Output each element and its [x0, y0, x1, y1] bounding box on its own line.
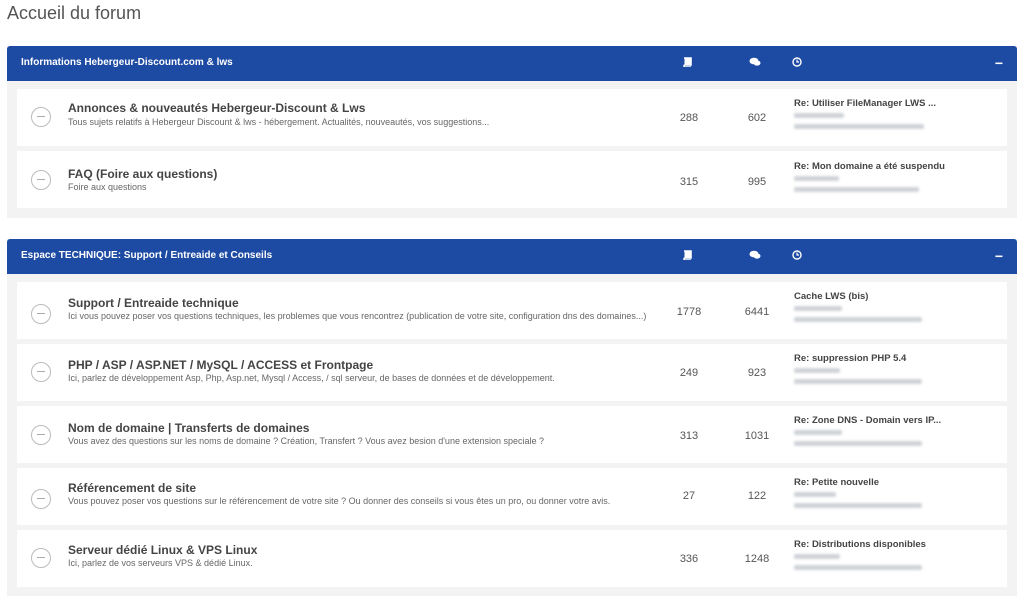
chat-bubbles-icon: [748, 248, 762, 262]
blurred-author: [794, 306, 842, 311]
collapse-button[interactable]: −: [995, 54, 1003, 72]
forum-status-icon: [31, 170, 51, 190]
forum-link[interactable]: Annonces & nouveautés Hebergeur-Discount…: [68, 101, 365, 115]
category-espace-technique: Espace TECHNIQUE: Support / Entreaide et…: [7, 239, 1017, 596]
forum-row: Serveur dédié Linux & VPS Linux Ici, par…: [17, 530, 1007, 587]
blurred-author: [794, 113, 844, 118]
topics-count: 288: [679, 112, 699, 124]
blurred-author: [794, 492, 836, 497]
category-title[interactable]: Espace TECHNIQUE: Support / Entreaide et…: [21, 250, 272, 261]
forum-status-icon: [31, 425, 51, 445]
forum-status-icon: [31, 304, 51, 324]
posts-count: 1248: [744, 553, 770, 565]
forum-description: Foire aux questions: [68, 182, 147, 192]
posts-count: 6441: [744, 306, 770, 318]
forum-description: Ici, parlez de développement Asp, Php, A…: [68, 373, 555, 383]
blurred-author: [794, 176, 839, 181]
forum-link[interactable]: PHP / ASP / ASP.NET / MySQL / ACCESS et …: [68, 358, 373, 372]
forum-link[interactable]: Serveur dédié Linux & VPS Linux: [68, 543, 257, 557]
topics-count: 336: [679, 553, 699, 565]
forum-row: PHP / ASP / ASP.NET / MySQL / ACCESS et …: [17, 344, 1007, 401]
forum-link[interactable]: Nom de domaine | Transferts de domaines: [68, 421, 309, 435]
last-post-link[interactable]: Re: Mon domaine a été suspendu: [794, 161, 974, 172]
last-post-link[interactable]: Re: Zone DNS - Domain vers IP...: [794, 415, 974, 426]
collapse-button[interactable]: −: [995, 247, 1003, 265]
forum-status-icon: [31, 107, 51, 127]
forum-status-icon: [31, 548, 51, 568]
blurred-date: [794, 317, 922, 322]
category-informations: Informations Hebergeur-Discount.com & lw…: [7, 46, 1017, 218]
topics-count: 315: [679, 176, 699, 188]
posts-count: 122: [747, 490, 767, 502]
last-post-link[interactable]: Re: Distributions disponibles: [794, 539, 974, 550]
blurred-date: [794, 124, 924, 129]
forum-row: FAQ (Foire aux questions) Foire aux ques…: [17, 151, 1007, 208]
book-icon: [680, 55, 694, 69]
blurred-date: [794, 441, 922, 446]
forum-link[interactable]: Support / Entreaide technique: [68, 296, 239, 310]
forum-link[interactable]: FAQ (Foire aux questions): [68, 167, 217, 181]
blurred-author: [794, 368, 840, 373]
book-icon: [680, 248, 694, 262]
forum-description: Ici, parlez de vos serveurs VPS & dédié …: [68, 558, 253, 568]
forum-status-icon: [31, 362, 51, 382]
blurred-date: [794, 503, 922, 508]
clock-icon: [790, 55, 804, 69]
forum-description: Vous pouvez poser vos questions sur le r…: [68, 496, 611, 506]
category-header: Espace TECHNIQUE: Support / Entreaide et…: [7, 239, 1017, 274]
forum-description: Vous avez des questions sur les noms de …: [68, 436, 545, 446]
forum-row: Référencement de site Vous pouvez poser …: [17, 468, 1007, 525]
page-title: Accueil du forum: [7, 3, 142, 23]
posts-count: 995: [747, 176, 767, 188]
topics-count: 27: [682, 490, 696, 502]
forum-row: Annonces & nouveautés Hebergeur-Discount…: [17, 89, 1007, 146]
forum-link[interactable]: Référencement de site: [68, 481, 196, 495]
topics-count: 249: [679, 367, 699, 379]
blurred-date: [794, 379, 922, 384]
topics-count: 1778: [676, 306, 702, 318]
forum-row: Support / Entreaide technique Ici vous p…: [17, 282, 1007, 339]
blurred-date: [794, 565, 922, 570]
last-post-link[interactable]: Re: Utiliser FileManager LWS ...: [794, 98, 974, 109]
posts-count: 1031: [744, 430, 770, 442]
blurred-author: [794, 554, 840, 559]
last-post-link[interactable]: Cache LWS (bis): [794, 291, 974, 302]
forum-status-icon: [31, 489, 51, 509]
blurred-date: [794, 187, 919, 192]
forum-description: Ici vous pouvez poser vos questions tech…: [68, 311, 647, 321]
blurred-author: [794, 430, 842, 435]
category-header: Informations Hebergeur-Discount.com & lw…: [7, 46, 1017, 81]
forum-row: Nom de domaine | Transferts de domaines …: [17, 406, 1007, 463]
last-post-link[interactable]: Re: suppression PHP 5.4: [794, 353, 974, 364]
posts-count: 923: [747, 367, 767, 379]
chat-bubbles-icon: [748, 55, 762, 69]
category-title[interactable]: Informations Hebergeur-Discount.com & lw…: [21, 57, 233, 68]
posts-count: 602: [747, 112, 767, 124]
last-post-link[interactable]: Re: Petite nouvelle: [794, 477, 974, 488]
topics-count: 313: [679, 430, 699, 442]
clock-icon: [790, 248, 804, 262]
forum-description: Tous sujets relatifs à Hebergeur Discoun…: [68, 117, 490, 127]
